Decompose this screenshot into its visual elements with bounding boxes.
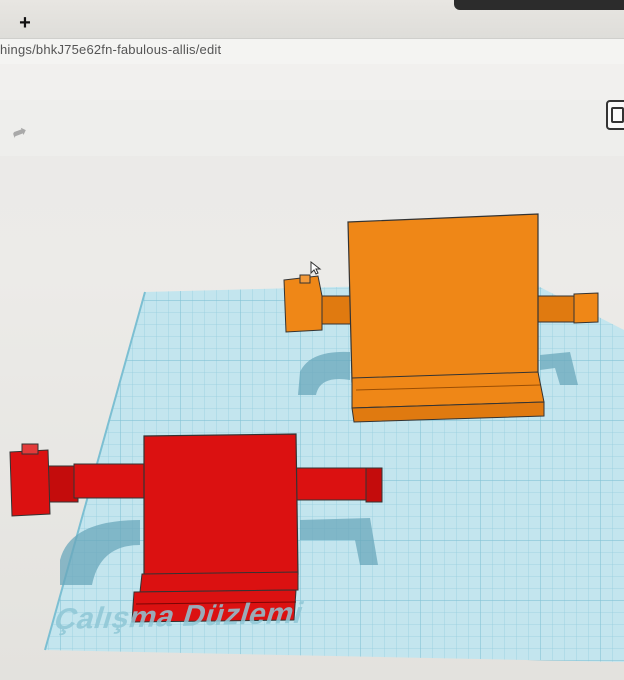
mouse-cursor-icon — [310, 261, 322, 275]
workplane-label: Çalışma Düzlemi — [50, 596, 309, 637]
3d-viewport[interactable] — [0, 0, 624, 680]
